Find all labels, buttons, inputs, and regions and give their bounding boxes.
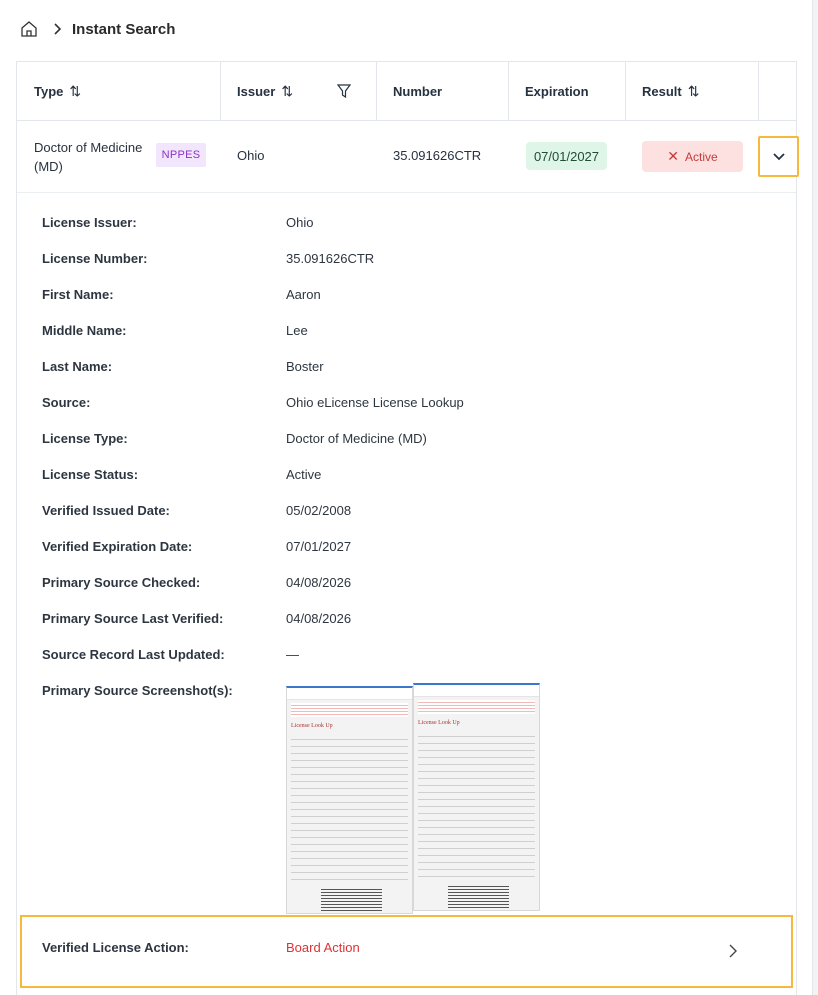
detail-label: Source Record Last Updated: [42, 646, 225, 662]
detail-row: Verified Issued Date: 05/02/2008 [42, 500, 351, 520]
detail-value: Active [286, 466, 322, 482]
detail-row: Primary Source Last Verified: 04/08/2026 [42, 608, 351, 628]
detail-label: License Issuer: [42, 214, 137, 230]
screenshot-title: License Look Up [418, 720, 460, 726]
column-label: Issuer [237, 84, 276, 99]
detail-label: Verified Issued Date: [42, 502, 170, 518]
breadcrumb-current: Instant Search [72, 20, 176, 38]
column-header-type[interactable]: Type ⇅ [34, 62, 81, 121]
column-header-issuer[interactable]: Issuer ⇅ [237, 62, 293, 121]
board-action-link[interactable]: Board Action [286, 940, 360, 955]
detail-row: Last Name: Boster [42, 356, 324, 376]
result-label: Active [685, 149, 718, 164]
column-header-result[interactable]: Result ⇅ [642, 62, 699, 121]
detail-row: Primary Source Checked: 04/08/2026 [42, 572, 351, 592]
detail-value: Doctor of Medicine (MD) [286, 430, 427, 446]
sort-icon[interactable]: ⇅ [69, 83, 81, 100]
detail-value: — [286, 646, 299, 662]
home-icon[interactable] [20, 20, 38, 38]
detail-row: License Issuer: Ohio [42, 212, 313, 232]
table-header: Type ⇅ Issuer ⇅ Number Expiration Result… [17, 62, 796, 121]
chevron-right-icon[interactable] [726, 943, 740, 959]
detail-value: Ohio [286, 214, 314, 230]
detail-value: 05/02/2008 [286, 502, 352, 518]
primary-source-screenshot[interactable]: License Look Up [286, 686, 413, 914]
detail-value: 07/01/2027 [286, 538, 352, 554]
column-header-number[interactable]: Number [393, 62, 442, 121]
detail-label: License Number: [42, 250, 148, 266]
nppes-badge: NPPES [156, 143, 206, 167]
sort-icon[interactable]: ⇅ [281, 83, 293, 100]
number-cell: 35.091626CTR [393, 148, 482, 163]
detail-label: First Name: [42, 286, 114, 302]
result-status-badge: ✕ Active [642, 141, 743, 172]
detail-row: Primary Source Screenshot(s): [42, 680, 286, 700]
detail-label: Middle Name: [42, 322, 127, 338]
detail-row: License Status: Active [42, 464, 321, 484]
column-label: Number [393, 84, 443, 99]
detail-row: Verified Expiration Date: 07/01/2027 [42, 536, 351, 556]
detail-row: Source Record Last Updated: — [42, 644, 299, 664]
detail-row: License Number: 35.091626CTR [42, 248, 374, 268]
verified-license-action-row[interactable]: Verified License Action: Board Action [20, 915, 793, 988]
x-icon: ✕ [667, 148, 680, 164]
scrollbar-track[interactable] [812, 0, 818, 995]
license-type-cell: Doctor of Medicine (MD) [34, 140, 143, 174]
screenshot-title: License Look Up [291, 723, 333, 729]
detail-row: Source: Ohio eLicense License Lookup [42, 392, 464, 412]
filter-icon[interactable] [337, 84, 351, 99]
chevron-down-icon [772, 152, 785, 160]
detail-label: Verified Expiration Date: [42, 538, 193, 554]
column-label: Result [642, 84, 682, 99]
detail-value: 04/08/2026 [286, 610, 352, 626]
detail-label: Source: [42, 394, 91, 410]
detail-value: Aaron [286, 286, 321, 302]
detail-label: Primary Source Checked: [42, 574, 201, 590]
detail-label: License Type: [42, 430, 128, 446]
detail-label: License Status: [42, 466, 139, 482]
license-results-panel: Type ⇅ Issuer ⇅ Number Expiration Result… [16, 61, 797, 995]
issuer-cell: Ohio [237, 148, 265, 163]
detail-value: 35.091626CTR [286, 250, 375, 266]
column-label: Type [34, 84, 64, 99]
expand-row-button[interactable] [758, 136, 799, 177]
expiration-badge: 07/01/2027 [526, 142, 607, 170]
detail-row: License Type: Doctor of Medicine (MD) [42, 428, 427, 448]
verified-license-action-label: Verified License Action: [42, 940, 189, 955]
detail-value: Boster [286, 358, 324, 374]
primary-source-screenshot[interactable]: License Look Up [413, 683, 540, 911]
chevron-right-icon [54, 23, 62, 35]
breadcrumb: Instant Search [20, 18, 175, 40]
sort-icon[interactable]: ⇅ [688, 83, 700, 100]
column-header-expiration[interactable]: Expiration [525, 62, 589, 121]
detail-row: Middle Name: Lee [42, 320, 308, 340]
detail-value: 04/08/2026 [286, 574, 352, 590]
detail-label: Primary Source Last Verified: [42, 610, 224, 626]
column-label: Expiration [525, 84, 589, 99]
detail-value: Ohio eLicense License Lookup [286, 394, 464, 410]
detail-row: First Name: Aaron [42, 284, 321, 304]
detail-label: Primary Source Screenshot(s): [42, 682, 233, 698]
detail-label: Last Name: [42, 358, 113, 374]
detail-value: Lee [286, 322, 308, 338]
